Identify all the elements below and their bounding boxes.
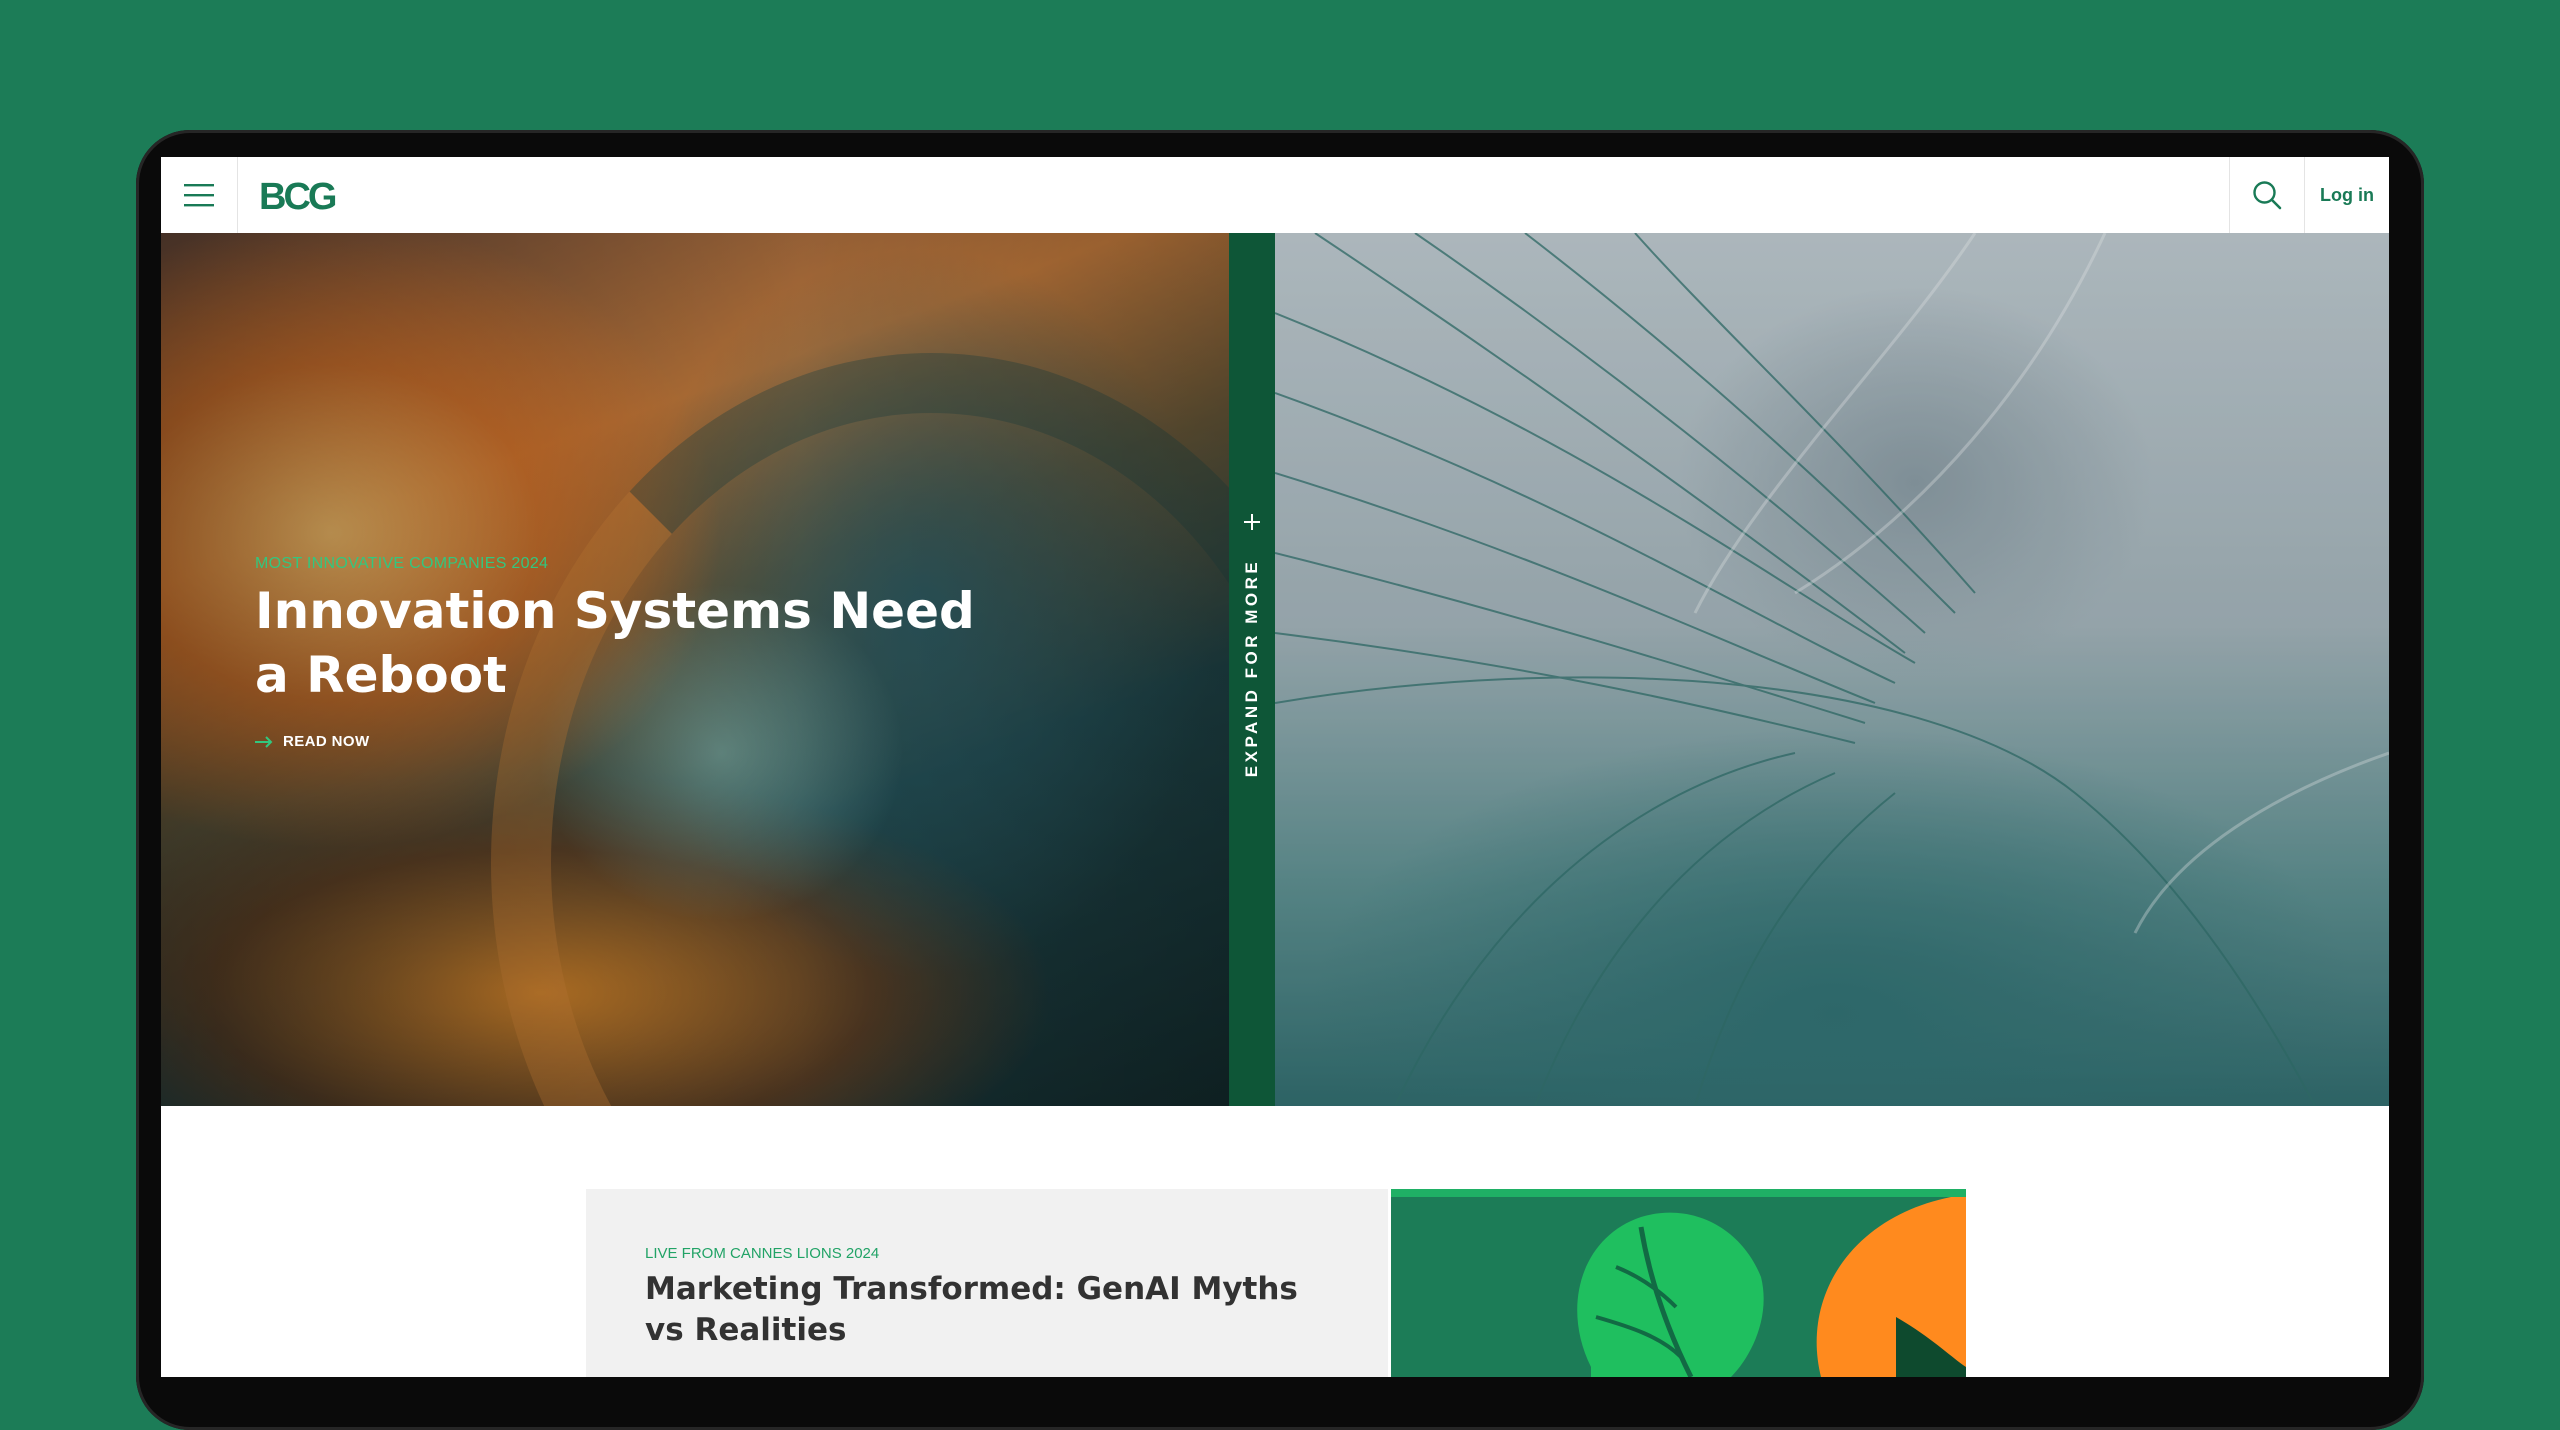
hero-image-wave: MOST INNOVATIVE COMPANIES 2024 Innovatio… <box>161 233 1229 1106</box>
read-now-label: READ NOW <box>283 733 370 750</box>
svg-text:BCG: BCG <box>259 176 336 215</box>
hero-image-architecture[interactable] <box>1275 233 2389 1106</box>
menu-button[interactable] <box>161 157 238 233</box>
feature-card-eyebrow: LIVE FROM CANNES LIONS 2024 <box>645 1245 880 1262</box>
hero-headline[interactable]: Innovation Systems Need a Reboot <box>255 579 1015 707</box>
hero-text-block: MOST INNOVATIVE COMPANIES 2024 Innovatio… <box>255 555 1055 750</box>
expand-for-more-label[interactable]: EXPAND FOR MORE <box>1242 559 1262 777</box>
arrow-right-icon <box>255 735 273 748</box>
menu-icon <box>184 184 214 207</box>
feature-card-image[interactable] <box>1391 1189 1966 1377</box>
search-icon <box>2253 181 2282 210</box>
hero-eyebrow: MOST INNOVATIVE COMPANIES 2024 <box>255 555 549 572</box>
login-link[interactable]: Log in <box>2305 157 2389 233</box>
plus-icon[interactable] <box>1241 511 1263 533</box>
bcg-logo[interactable]: BCG <box>259 175 349 215</box>
site-header: BCG Log in <box>161 157 2389 234</box>
hero-carousel: MOST INNOVATIVE COMPANIES 2024 Innovatio… <box>161 233 2389 1106</box>
feature-card[interactable]: LIVE FROM CANNES LIONS 2024 Marketing Tr… <box>586 1189 1970 1377</box>
search-button[interactable] <box>2229 157 2305 233</box>
read-now-link[interactable]: READ NOW <box>255 733 1055 750</box>
leaf-illustration <box>1577 1197 1966 1377</box>
browser-viewport: BCG Log in MOST INNOVATIVE COMPANIES 202… <box>161 157 2389 1377</box>
feature-card-title[interactable]: Marketing Transformed: GenAI Myths vs Re… <box>645 1269 1305 1351</box>
feature-card-text: LIVE FROM CANNES LIONS 2024 Marketing Tr… <box>586 1189 1388 1377</box>
architecture-lines <box>1275 233 2389 1106</box>
